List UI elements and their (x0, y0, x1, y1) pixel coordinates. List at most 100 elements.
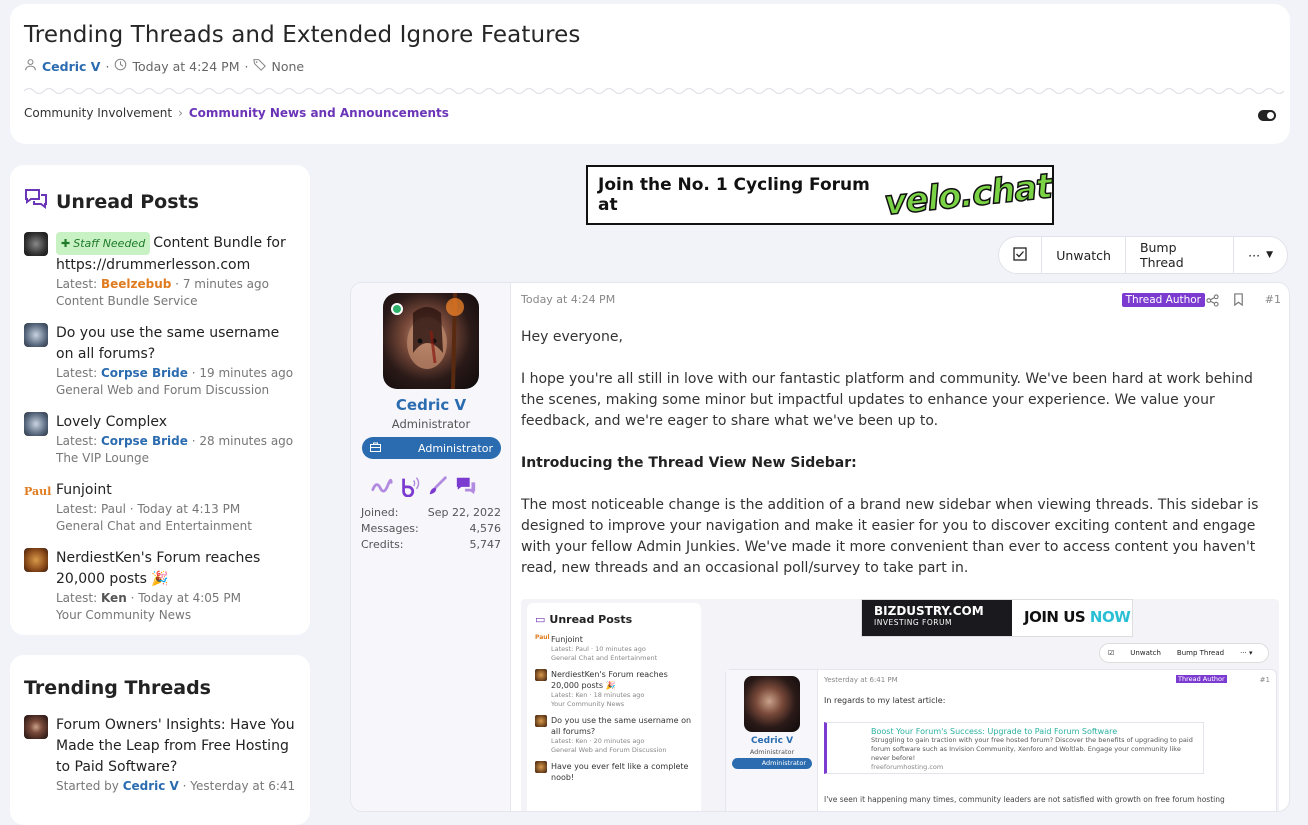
staff-needed-badge: ✚ Staff Needed (56, 232, 151, 255)
unwatch-button[interactable]: Unwatch (1042, 237, 1126, 273)
latest-user[interactable]: Paul (101, 502, 126, 516)
thread-tags: None (271, 58, 305, 74)
ss-avatar (744, 676, 800, 732)
latest-user[interactable]: Corpse Bride (101, 366, 188, 380)
more-icon: ··· ▾ (1240, 649, 1253, 657)
avatar[interactable] (24, 323, 48, 347)
breadcrumb-current[interactable]: Community News and Announcements (189, 106, 449, 120)
banner-text: Join the No. 1 Cycling Forum at (598, 175, 870, 215)
avatar[interactable]: Paul (24, 480, 51, 504)
list-item[interactable]: Paul Funjoint Latest: Paul · Today at 4:… (24, 480, 296, 535)
tag-icon (253, 58, 267, 74)
messages-value[interactable]: 4,576 (470, 521, 502, 537)
ad-banner[interactable]: Join the No. 1 Cycling Forum at velo.cha… (586, 165, 1054, 225)
avatar[interactable] (24, 548, 48, 572)
avatar[interactable] (24, 715, 48, 739)
post-username[interactable]: Cedric V (351, 396, 511, 414)
widget-title: Trending Threads (24, 677, 211, 699)
breadcrumb: Community Involvement › Community News a… (24, 106, 449, 120)
paintbrush-icon[interactable] (427, 475, 449, 501)
latest-user[interactable]: Ken (101, 591, 127, 605)
thread-meta: Cedric V · Today at 4:24 PM · None (24, 58, 1276, 74)
ss-list-item: Paul Funjoint Latest: Paul · 10 minutes a… (535, 634, 658, 662)
ss-ad-banner: BIZDUSTRY.COM INVESTING FORUM JOIN US NOW (861, 599, 1133, 637)
forum-name[interactable]: Your Community News (56, 607, 296, 624)
list-item[interactable]: Forum Owners' Insights: Have You Made th… (24, 715, 296, 795)
post-paragraph: The most noticeable change is the additi… (521, 497, 1259, 576)
list-item[interactable]: Lovely Complex Latest: Corpse Bride · 28… (24, 412, 296, 467)
checkbox-icon: ☑ (1108, 649, 1115, 657)
ss-unread-widget: ▭ Unread Posts Paul Funjoint Latest: Paul … (527, 603, 701, 811)
breadcrumb-parent[interactable]: Community Involvement (24, 106, 172, 120)
banner-logo: velo.chat (882, 166, 1054, 225)
forum-name[interactable]: General Web and Forum Discussion (56, 382, 296, 399)
select-checkbox[interactable] (999, 237, 1043, 273)
avatar[interactable] (24, 232, 48, 256)
post-meta: Today at 4:24 PM Thread Author #1 (521, 293, 1281, 309)
topic-title[interactable]: Do you use the same username on all foru… (56, 323, 296, 365)
credits-value: 5,747 (469, 538, 502, 551)
latest-user[interactable]: Corpse Bride (101, 434, 188, 448)
thread-header: Trending Threads and Extended Ignore Fea… (10, 4, 1290, 144)
bookmark-icon[interactable] (1232, 293, 1245, 306)
chat-bubbles-icon: ▭ (535, 613, 546, 626)
topic-title[interactable]: NerdiestKen's Forum reaches 20,000 posts… (56, 548, 296, 590)
forum-name[interactable]: Content Bundle Service (56, 293, 296, 310)
briefcase-icon (370, 442, 381, 455)
ss-list-item: Do you use the same username on all foru… (535, 715, 693, 755)
thread-author-badge: Thread Author (1121, 293, 1205, 307)
post-paragraph: I hope you're all still in love with our… (521, 371, 1253, 429)
theme-toggle[interactable] (1258, 110, 1276, 121)
topic-title[interactable]: Funjoint (56, 480, 296, 501)
user-trophy-icons (371, 475, 477, 501)
topic-title[interactable]: Lovely Complex (56, 412, 296, 433)
forum-name[interactable]: General Chat and Entertainment (56, 518, 296, 535)
ss-link-preview: Boost Your Forum's Success: Upgrade to P… (824, 722, 1204, 774)
list-item[interactable]: NerdiestKen's Forum reaches 20,000 posts… (24, 548, 296, 624)
wave-divider (24, 87, 1284, 95)
page-title: Trending Threads and Extended Ignore Fea… (24, 22, 581, 48)
ss-post: Cedric V Administrator Administrator Yes… (725, 669, 1277, 811)
post-message: Cedric V Administrator Administrator Joi… (350, 282, 1290, 812)
post-greeting: Hey everyone, (521, 329, 623, 345)
post-body: Hey everyone, I hope you're all still in… (521, 327, 1273, 600)
embedded-screenshot[interactable]: ▭ Unread Posts Paul Funjoint Latest: Paul … (521, 599, 1279, 811)
ss-list-item: NerdiestKen's Forum reaches 20,000 posts… (535, 669, 693, 709)
latest-user[interactable]: Beelzebub (101, 277, 171, 291)
ss-list-item: Have you ever felt like a complete noob! (535, 761, 693, 783)
more-menu-button[interactable]: ··· ▼ (1234, 237, 1287, 273)
bump-thread-button[interactable]: Bump Thread (1126, 237, 1235, 273)
chat-bubbles-icon (24, 187, 48, 216)
caret-down-icon: ▼ (1266, 250, 1273, 260)
tools-icon: ✚ (61, 237, 71, 250)
user-banner: Administrator (362, 437, 501, 459)
post-heading: Introducing the Thread View New Sidebar: (521, 455, 857, 471)
user-title: Administrator (391, 417, 471, 431)
share-icon[interactable] (1206, 294, 1219, 307)
thread-action-bar: Unwatch Bump Thread ··· ▼ (998, 236, 1288, 274)
chat-bubbles-icon[interactable] (455, 475, 477, 501)
post-time[interactable]: Today at 4:24 PM (521, 293, 615, 306)
clock-icon (114, 58, 127, 74)
online-indicator (391, 303, 403, 315)
thread-author-link[interactable]: Cedric V (42, 59, 100, 74)
list-item[interactable]: Do you use the same username on all foru… (24, 323, 296, 399)
squiggle-icon[interactable] (371, 475, 393, 501)
user-icon (24, 58, 37, 74)
chevron-right-icon: › (178, 106, 183, 120)
b-signal-icon[interactable] (399, 475, 421, 501)
starter-user[interactable]: Cedric V (123, 779, 179, 793)
post-number[interactable]: #1 (1265, 293, 1281, 306)
list-item[interactable]: ✚ Staff Needed Content Bundle for https://… (24, 232, 296, 310)
unread-posts-widget: Unread Posts ✚ Staff Needed Content Bundle… (10, 165, 310, 635)
ss-action-bar: ☑ Unwatch Bump Thread ··· ▾ (1099, 643, 1269, 663)
forum-name[interactable]: The VIP Lounge (56, 450, 296, 467)
widget-title: Unread Posts (24, 187, 296, 216)
checkbox-icon (1013, 246, 1027, 264)
topic-title[interactable]: Forum Owners' Insights: Have You Made th… (56, 715, 296, 778)
thread-time[interactable]: Today at 4:24 PM (132, 59, 239, 74)
avatar[interactable] (24, 412, 48, 436)
joined-value: Sep 22, 2022 (427, 506, 501, 519)
post-user-column: Cedric V Administrator Administrator Joi… (351, 283, 511, 811)
user-stats: Joined: Sep 22, 2022 Messages: 4,576 Credi… (361, 506, 502, 551)
